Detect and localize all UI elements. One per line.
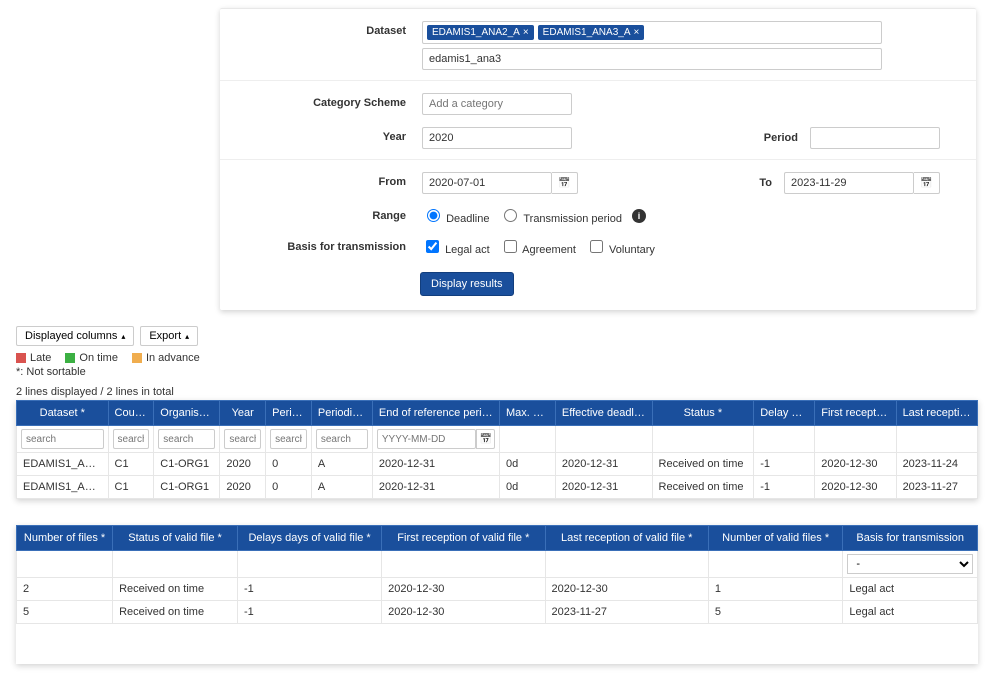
displayed-columns-button[interactable]: Displayed columns▴ <box>16 326 134 346</box>
toolbar: Displayed columns▴ Export▴ <box>16 322 978 350</box>
basis-label: Basis for transmission <box>236 237 406 253</box>
col-header[interactable]: Status * <box>652 401 754 426</box>
category-row: Category Scheme <box>220 80 976 121</box>
filter-basis-select[interactable]: - <box>847 554 973 574</box>
col-header[interactable]: Organisation <box>154 401 220 426</box>
results-table: Dataset * Country Organisation Year Peri… <box>16 400 978 499</box>
legend: Late On time In advance <box>16 352 978 364</box>
from-label: From <box>236 172 406 188</box>
close-icon[interactable]: × <box>523 27 529 38</box>
category-label: Category Scheme <box>236 93 406 109</box>
basis-check-agreement[interactable]: Agreement <box>500 237 576 256</box>
from-to-row: From To <box>220 159 976 200</box>
table-row[interactable]: EDAMIS1_ANA3_AC1C1-ORG120200A2020-12-310… <box>17 476 978 499</box>
legend-advance: In advance <box>132 352 200 364</box>
col-header[interactable]: Delay days * <box>754 401 815 426</box>
col-header[interactable]: First reception of valid file * <box>382 526 545 551</box>
col-header[interactable]: Period * <box>266 401 312 426</box>
col-header[interactable]: Effective deadline * <box>555 401 652 426</box>
table-row[interactable]: EDAMIS1_ANA2_AC1C1-ORG120200A2020-12-310… <box>17 453 978 476</box>
col-header[interactable]: Basis for transmission <box>843 526 978 551</box>
col-header[interactable]: Max. delay * <box>500 401 556 426</box>
basis-row: Basis for transmission Legal act Agreeme… <box>220 231 976 262</box>
col-header[interactable]: Dataset * <box>17 401 109 426</box>
col-header[interactable]: Country <box>108 401 154 426</box>
submit-row: Display results <box>220 262 976 310</box>
filter-dataset[interactable] <box>21 429 104 449</box>
dataset-tagbox[interactable]: EDAMIS1_ANA2_A× EDAMIS1_ANA3_A× <box>422 21 882 44</box>
filter-periodicity[interactable] <box>316 429 368 449</box>
legend-late: Late <box>16 352 51 364</box>
period-label: Period <box>764 132 798 144</box>
caret-up-icon: ▴ <box>121 332 125 341</box>
col-header[interactable]: Delays days of valid file * <box>238 526 382 551</box>
results-table-wrap: Dataset * Country Organisation Year Peri… <box>16 400 978 499</box>
category-input[interactable] <box>422 93 572 115</box>
dataset-row: Dataset EDAMIS1_ANA2_A× EDAMIS1_ANA3_A× <box>220 15 976 76</box>
filter-org[interactable] <box>158 429 215 449</box>
dataset-tag[interactable]: EDAMIS1_ANA3_A× <box>538 25 645 40</box>
export-button[interactable]: Export▴ <box>140 326 198 346</box>
legend-ontime: On time <box>65 352 118 364</box>
year-label: Year <box>236 127 406 143</box>
year-row: Year Period <box>220 121 976 155</box>
range-radio-transmission[interactable]: Transmission period <box>499 206 622 225</box>
dataset-input[interactable] <box>422 48 882 70</box>
dataset-label: Dataset <box>236 21 406 37</box>
calendar-icon[interactable] <box>476 429 495 449</box>
col-header[interactable]: Status of valid file * <box>113 526 238 551</box>
filter-period[interactable] <box>270 429 307 449</box>
calendar-icon[interactable] <box>914 172 940 194</box>
dataset-tag[interactable]: EDAMIS1_ANA2_A× <box>427 25 534 40</box>
table-row[interactable]: 2Received on time-12020-12-302020-12-301… <box>17 578 978 601</box>
range-row: Range Deadline Transmission period i <box>220 200 976 231</box>
table-row[interactable]: 5Received on time-12020-12-302023-11-275… <box>17 601 978 624</box>
sortable-note: *: Not sortable <box>16 366 978 378</box>
range-label: Range <box>236 206 406 222</box>
display-results-button[interactable]: Display results <box>420 272 514 296</box>
from-input[interactable] <box>422 172 552 194</box>
details-panel: Number of files * Status of valid file *… <box>16 525 978 664</box>
to-input[interactable] <box>784 172 914 194</box>
filter-endref[interactable] <box>377 429 477 449</box>
count-line: 2 lines displayed / 2 lines in total <box>16 386 978 398</box>
filter-year[interactable] <box>224 429 261 449</box>
to-label: To <box>759 177 772 189</box>
basis-check-voluntary[interactable]: Voluntary <box>586 237 655 256</box>
col-header[interactable]: Periodicity <box>311 401 372 426</box>
to-date-group <box>784 172 940 194</box>
caret-up-icon: ▴ <box>185 332 189 341</box>
info-icon[interactable]: i <box>632 209 646 223</box>
details-table: Number of files * Status of valid file *… <box>16 525 978 624</box>
filter-form-panel: Dataset EDAMIS1_ANA2_A× EDAMIS1_ANA3_A× … <box>220 8 976 310</box>
calendar-icon[interactable] <box>552 172 578 194</box>
col-header[interactable]: End of reference period * <box>372 401 499 426</box>
filter-country[interactable] <box>113 429 150 449</box>
col-header[interactable]: Number of valid files * <box>708 526 843 551</box>
from-date-group <box>422 172 578 194</box>
col-header[interactable]: Year <box>220 401 266 426</box>
basis-check-legal[interactable]: Legal act <box>422 237 490 256</box>
year-input[interactable] <box>422 127 572 149</box>
period-input[interactable] <box>810 127 940 149</box>
col-header[interactable]: Last reception of valid file * <box>545 526 708 551</box>
range-radio-deadline[interactable]: Deadline <box>422 206 489 225</box>
col-header[interactable]: Number of files * <box>17 526 113 551</box>
close-icon[interactable]: × <box>634 27 640 38</box>
col-header[interactable]: Last reception * <box>896 401 977 426</box>
col-header[interactable]: First reception * <box>815 401 896 426</box>
